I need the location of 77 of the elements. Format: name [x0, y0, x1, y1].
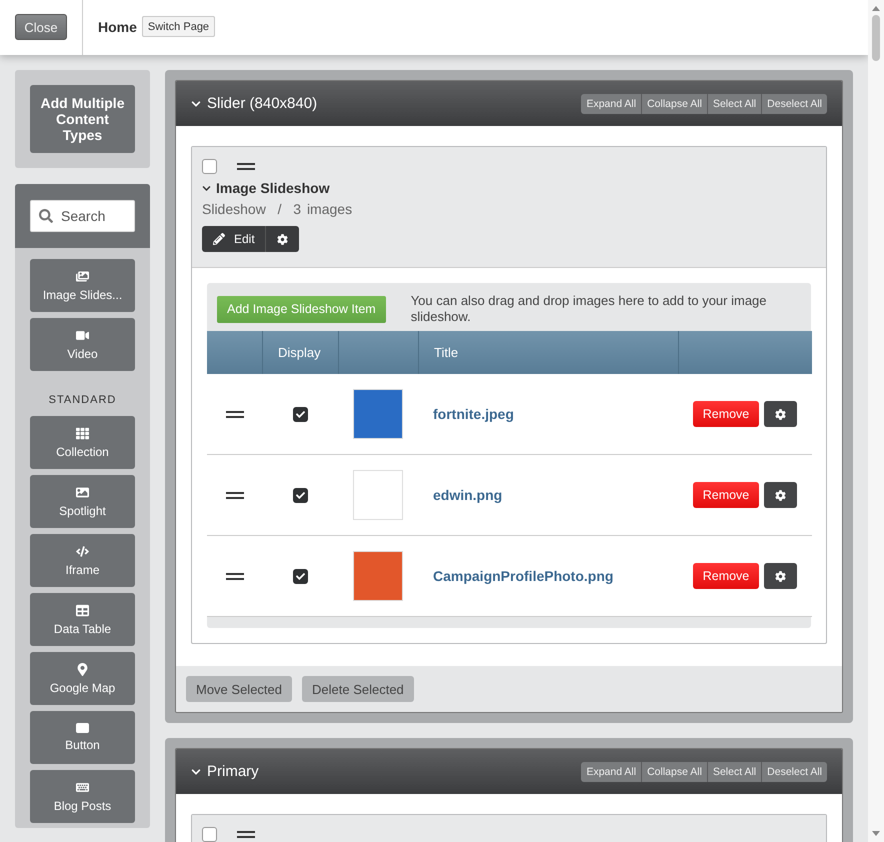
map-pin-icon — [76, 662, 89, 676]
images-icon — [76, 270, 89, 282]
chevron-icon[interactable] — [191, 98, 201, 108]
content-type-tile[interactable]: Data Table — [30, 593, 135, 646]
pencil-icon — [213, 233, 225, 245]
settings-icon — [775, 490, 786, 500]
section-label: STANDARD — [48, 394, 116, 406]
checkbox[interactable] — [292, 568, 308, 584]
checkbox[interactable] — [202, 827, 217, 842]
settings-icon — [775, 408, 786, 420]
content-type-tile[interactable]: Spotlight — [30, 475, 135, 528]
content-type-tile[interactable]: Iframe — [30, 534, 135, 587]
checkbox[interactable] — [292, 488, 308, 502]
drag-handle-icon[interactable] — [226, 410, 244, 418]
content-type-tile[interactable]: Video — [30, 318, 135, 371]
section-title: Primary — [207, 763, 259, 780]
drag-handle-icon[interactable] — [237, 831, 255, 838]
settings-button[interactable] — [764, 563, 797, 589]
action-button[interactable]: Select All — [706, 94, 762, 114]
chevron-icon[interactable] — [191, 766, 201, 776]
code-icon — [76, 544, 89, 558]
table-header: Display — [262, 331, 338, 374]
action-button[interactable]: Collapse All — [641, 94, 707, 114]
page-title: Home — [98, 18, 137, 34]
edit-button[interactable]: Edit — [202, 226, 265, 252]
file-name[interactable]: fortnite.jpeg — [433, 406, 514, 422]
bulk-action-button[interactable]: Delete Selected — [302, 676, 414, 702]
remove-button[interactable]: Remove — [693, 401, 759, 427]
checkbox[interactable] — [292, 406, 308, 422]
drag-handle-icon[interactable] — [226, 492, 244, 498]
table-header — [207, 331, 262, 374]
action-button[interactable]: Deselect All — [761, 762, 827, 782]
video-camera-icon — [76, 328, 89, 342]
scroll-bar[interactable] — [868, 0, 884, 842]
table-header: Title — [418, 331, 678, 374]
file-name[interactable]: edwin.png — [433, 487, 502, 503]
search-icon — [39, 209, 53, 223]
settings-button[interactable] — [764, 482, 797, 508]
add-multiple-button[interactable]: Add Multiple Content Types — [30, 85, 135, 153]
action-button[interactable]: Expand All — [581, 762, 642, 782]
check-icon — [296, 490, 304, 500]
remove-button[interactable]: Remove — [693, 482, 759, 508]
close-button[interactable]: Close — [15, 14, 67, 40]
remove-button[interactable]: Remove — [693, 563, 759, 589]
drag-handle-icon[interactable] — [237, 163, 255, 170]
rectangle-icon — [76, 723, 89, 733]
keyboard-icon — [76, 780, 89, 794]
grid-icon — [76, 426, 89, 440]
image-icon — [76, 486, 89, 498]
add-item-button[interactable]: Add Image Slideshow Item — [217, 296, 386, 322]
action-button[interactable]: Expand All — [581, 94, 642, 114]
bulk-action-button[interactable]: Move Selected — [186, 676, 292, 702]
checkbox[interactable] — [202, 159, 217, 174]
settings-button[interactable] — [264, 226, 299, 252]
drop-hint: You can also drag and drop images here to add to your image slideshow. — [410, 293, 768, 325]
search-field[interactable]: Search — [30, 200, 135, 232]
block-title: Image Slideshow — [216, 180, 330, 196]
file-name[interactable]: CampaignProfilePhoto.png — [433, 568, 614, 584]
content-type-tile[interactable]: Blog Posts — [30, 770, 135, 823]
check-icon — [296, 572, 304, 580]
action-button[interactable]: Deselect All — [761, 94, 827, 114]
section-title: Slider (840x840) — [207, 95, 318, 112]
action-button[interactable]: Collapse All — [641, 762, 707, 782]
table-icon — [76, 604, 89, 616]
switch-page-button[interactable]: Switch Page — [142, 16, 216, 37]
settings-icon — [775, 570, 786, 582]
action-button[interactable]: Select All — [706, 762, 762, 782]
content-type-tile[interactable]: Button — [30, 711, 135, 764]
block-meta: Slideshow / 3 images — [202, 201, 354, 217]
drag-handle-icon[interactable] — [226, 572, 244, 580]
settings-icon — [276, 234, 288, 244]
content-type-tile[interactable]: Image Slides... — [30, 259, 135, 312]
settings-button[interactable] — [764, 401, 797, 427]
check-icon — [296, 410, 304, 418]
chevron-icon[interactable] — [202, 184, 211, 192]
content-type-tile[interactable]: Collection — [30, 416, 135, 469]
content-type-tile[interactable]: Google Map — [30, 652, 135, 705]
